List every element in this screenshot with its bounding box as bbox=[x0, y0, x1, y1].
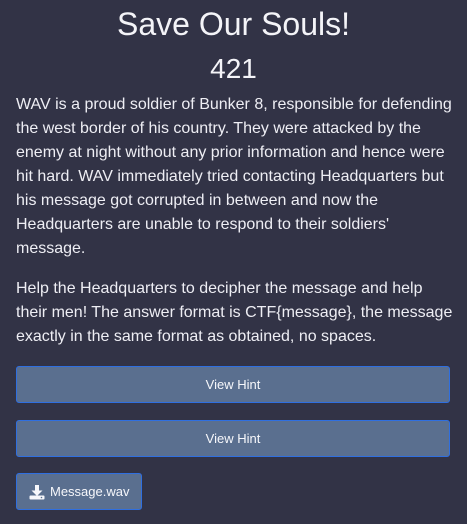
challenge-points: 421 bbox=[210, 53, 257, 84]
view-hint-button-1[interactable]: View Hint bbox=[16, 366, 450, 403]
download-file-button[interactable]: Message.wav bbox=[16, 473, 143, 510]
challenge-title: Save Our Souls! bbox=[117, 6, 350, 42]
challenge-description-paragraph-1: WAV is a proud soldier of Bunker 8, resp… bbox=[16, 96, 452, 257]
view-hint-button-2[interactable]: View Hint bbox=[16, 420, 450, 457]
download-icon bbox=[29, 484, 45, 500]
file-name-label: Message.wav bbox=[50, 484, 130, 499]
challenge-description-paragraph-2: Help the Headquarters to decipher the me… bbox=[16, 280, 453, 345]
